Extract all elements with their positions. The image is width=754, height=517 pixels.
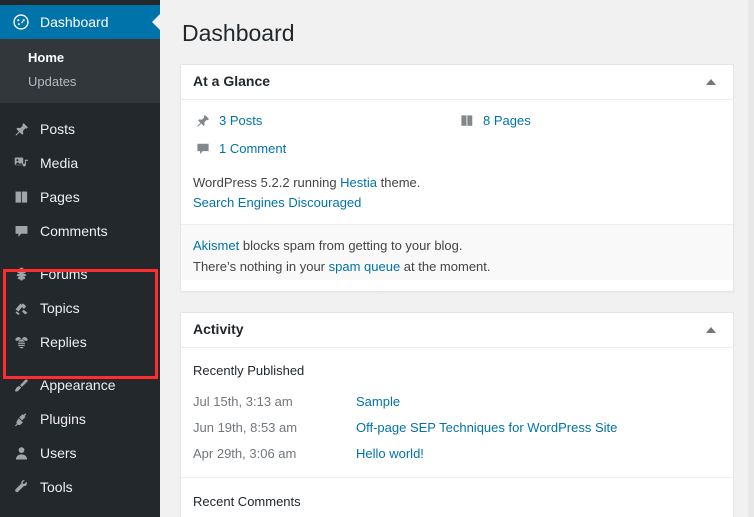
sidebar-item-plugins-label: Plugins [40, 411, 86, 427]
activity-title-cell: Hello world! [356, 441, 424, 467]
pages-icon [11, 187, 31, 207]
menu-separator-1 [0, 103, 160, 112]
recent-comments-heading: Recent Comments [181, 477, 733, 517]
activity-date: Jun 19th, 8:53 am [193, 420, 298, 436]
version-prefix: WordPress 5.2.2 running [193, 175, 341, 190]
akismet-line-2-suffix: at the moment. [400, 258, 491, 274]
sidebar-item-comments-label: Comments [40, 223, 108, 239]
list-item: Jul 15th, 3:13 am Sample [193, 389, 721, 415]
version-info: WordPress 5.2.2 running Hestia theme. Se… [193, 173, 721, 212]
at-a-glance-title: At a Glance [193, 73, 271, 90]
at-a-glance-panel: At a Glance 3 Posts 8 Pages 1 Comment Wo… [180, 64, 734, 292]
dashboard-content: Dashboard At a Glance 3 Posts 8 Pages 1 … [160, 0, 754, 517]
wrench-icon [11, 477, 31, 497]
sidebar-item-appearance-label: Appearance [40, 377, 116, 393]
activity-post-link[interactable]: Hello world! [356, 446, 424, 461]
submenu-item-home[interactable]: Home [0, 46, 160, 70]
activity-body: Recently Published Jul 15th, 3:13 am Sam… [181, 348, 733, 517]
sidebar-item-dashboard[interactable]: Dashboard [0, 5, 160, 39]
submenu-item-updates[interactable]: Updates [0, 70, 160, 94]
sidebar-item-replies-label: Replies [40, 334, 87, 350]
akismet-line-2: There’s nothing in your spam queue at th… [193, 257, 721, 278]
recently-published-heading: Recently Published [193, 362, 305, 378]
activity-date: Jul 15th, 3:13 am [193, 394, 293, 410]
sidebar-item-posts-label: Posts [40, 121, 76, 137]
page-scrollbar-track[interactable] [748, 0, 754, 517]
pin-icon [193, 111, 213, 131]
list-item: Jun 19th, 8:53 am Off-page SEP Technique… [193, 415, 721, 441]
at-a-glance-header: At a Glance [181, 65, 733, 100]
comment-bubble-icon [11, 221, 31, 241]
sidebar-item-topics-label: Topics [40, 300, 80, 316]
sidebar-item-tools-label: Tools [40, 479, 73, 495]
sidebar-item-media-label: Media [40, 155, 79, 171]
sidebar-item-appearance[interactable]: Appearance [0, 368, 160, 402]
sidebar-item-media[interactable]: Media [0, 146, 160, 180]
recently-published-list: Jul 15th, 3:13 am Sample Jun 19th, 8:53 … [193, 389, 721, 467]
sidebar-item-comments[interactable]: Comments [0, 214, 160, 248]
sidebar-item-replies[interactable]: Replies [0, 325, 160, 359]
akismet-notice: Akismet blocks spam from getting to your… [181, 224, 733, 280]
activity-header: Activity [181, 313, 733, 348]
activity-panel: Activity Recently Published Jul 15th, 3:… [180, 311, 734, 517]
sidebar-item-plugins[interactable]: Plugins [0, 402, 160, 436]
activity-date: Apr 29th, 3:06 am [193, 446, 297, 462]
sidebar-item-pages-label: Pages [40, 189, 80, 205]
dashboard-submenu: Home Updates [0, 39, 160, 103]
chevron-up-glyph [706, 326, 716, 333]
akismet-line-1: Akismet blocks spam from getting to your… [193, 236, 721, 257]
glance-item-comments-label[interactable]: 1 Comment [219, 139, 286, 159]
menu-separator-3 [0, 359, 160, 368]
sidebar-item-dashboard-label: Dashboard [40, 14, 109, 30]
media-icon [11, 153, 31, 173]
activity-title-cell: Sample [356, 389, 400, 415]
chevron-up-glyph [706, 79, 716, 85]
akismet-line-2-prefix: There’s nothing in your [193, 258, 329, 274]
sidebar-item-tools[interactable]: Tools [0, 470, 160, 504]
version-suffix: theme. [377, 175, 421, 190]
activity-title: Activity [193, 320, 244, 337]
page-title: Dashboard [182, 20, 295, 46]
pages-icon [457, 111, 477, 131]
glance-item-posts-label[interactable]: 3 Posts [219, 111, 262, 131]
list-item: Apr 29th, 3:06 am Hello world! [193, 441, 721, 467]
sidebar-item-forums-label: Forums [40, 266, 88, 282]
plug-icon [11, 409, 31, 429]
admin-sidebar-menu: Dashboard Home Updates Posts Media Pages [0, 0, 160, 517]
dashboard-icon [11, 12, 31, 32]
menu-separator-2 [0, 248, 160, 257]
sidebar-item-pages[interactable]: Pages [0, 180, 160, 214]
at-a-glance-body: 3 Posts 8 Pages 1 Comment WordPress 5.2.… [181, 100, 733, 291]
wordpress-version-line: WordPress 5.2.2 running Hestia theme. [193, 173, 721, 193]
glance-item-posts[interactable]: 3 Posts [193, 111, 457, 131]
honeycomb-icon [11, 298, 31, 318]
wp-admin-screen: Dashboard Home Updates Posts Media Pages [0, 0, 754, 517]
chevron-up-icon[interactable] [697, 65, 725, 99]
activity-title-cell: Off-page SEP Techniques for WordPress Si… [356, 415, 617, 441]
akismet-line-1-rest: blocks spam from getting to your blog. [239, 238, 463, 253]
glance-item-pages-label[interactable]: 8 Pages [483, 111, 531, 131]
user-icon [11, 443, 31, 463]
sidebar-item-topics[interactable]: Topics [0, 291, 160, 325]
spam-queue-link[interactable]: spam queue [329, 259, 401, 274]
glance-counts-list: 3 Posts 8 Pages 1 Comment [193, 111, 721, 167]
sidebar-item-users[interactable]: Users [0, 436, 160, 470]
bee-icon [11, 332, 31, 352]
pin-icon [11, 119, 31, 139]
sidebar-item-posts[interactable]: Posts [0, 112, 160, 146]
comment-bubble-icon [193, 139, 213, 159]
paintbrush-icon [11, 375, 31, 395]
activity-post-link[interactable]: Sample [356, 394, 400, 409]
theme-link[interactable]: Hestia [340, 175, 377, 190]
sidebar-item-users-label: Users [40, 445, 77, 461]
chevron-up-icon[interactable] [697, 313, 725, 347]
activity-post-link[interactable]: Off-page SEP Techniques for WordPress Si… [356, 420, 617, 435]
search-engines-discouraged-link[interactable]: Search Engines Discouraged [193, 193, 721, 213]
glance-item-pages[interactable]: 8 Pages [457, 111, 721, 131]
akismet-link[interactable]: Akismet [193, 238, 239, 253]
sidebar-item-forums[interactable]: Forums [0, 257, 160, 291]
glance-item-comments[interactable]: 1 Comment [193, 139, 457, 159]
beehive-icon [11, 264, 31, 284]
